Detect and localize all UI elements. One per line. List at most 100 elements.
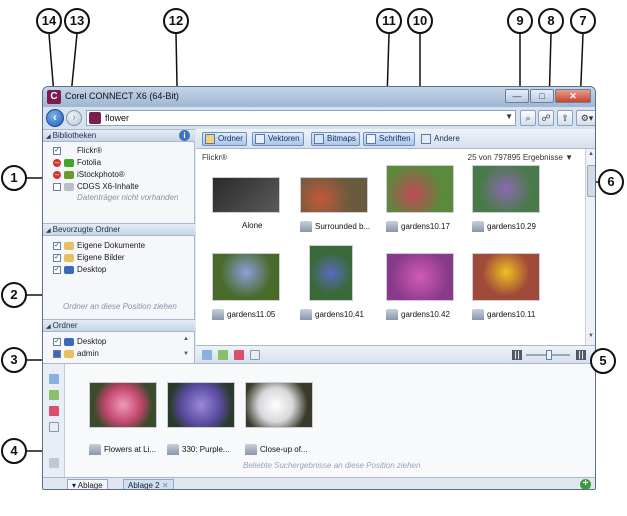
thumbnail-label: gardens11.05 [212, 309, 275, 320]
fav-folder-item[interactable]: ✓ Desktop [53, 264, 106, 275]
checkbox-checked-icon[interactable]: ✓ [53, 265, 61, 274]
callout-4: 4 [1, 438, 27, 464]
section-header-bevorzugte[interactable]: ◢ Bevorzugte Ordner [43, 223, 195, 236]
file-type-icon [245, 444, 257, 455]
callout-2: 2 [1, 282, 27, 308]
remove-icon[interactable]: – [53, 158, 61, 167]
checkbox-checked-icon[interactable]: ✓ [53, 146, 61, 155]
small-thumbnails-icon[interactable] [512, 350, 522, 360]
folder-icon [205, 134, 215, 144]
tray-thumbnail[interactable] [89, 382, 157, 428]
filter-tab-schriften[interactable]: Schriften [363, 132, 415, 146]
remove-icon[interactable]: – [53, 170, 61, 179]
results-viewer: Flickr® 25 von 797895 Ergebnisse ▼ Alone… [196, 149, 595, 345]
add-tray-button[interactable]: + [580, 479, 591, 489]
tray-add-green-icon[interactable] [218, 350, 228, 360]
folder-item[interactable]: ✓ Desktop [53, 336, 106, 347]
scroll-down-icon[interactable]: ▼ [588, 333, 594, 339]
file-type-icon [472, 309, 484, 320]
address-dropdown-icon[interactable]: ▼ [505, 112, 513, 121]
thumbnail-label: gardens10.29 [472, 221, 536, 232]
settings-gear-icon[interactable]: ⚙▾ [576, 110, 595, 126]
thumbnail-label: gardens10.42 [386, 309, 450, 320]
thumbnail-image[interactable] [386, 253, 454, 301]
library-item-cdgs[interactable]: CDGS X6-Inhalte [53, 181, 139, 192]
search-address-field[interactable]: flower ▼ [86, 110, 516, 126]
scroll-up-icon[interactable]: ▲ [183, 336, 189, 342]
results-scrollbar[interactable]: ▲ ▼ [585, 149, 595, 345]
thumbnail-image[interactable] [212, 253, 280, 301]
library-source-icon [89, 112, 101, 124]
tray-clear-icon[interactable] [250, 350, 260, 360]
checkbox-checked-icon[interactable]: ✓ [53, 337, 61, 346]
tray-panel: Flowers at Li... 330: Purple... Close-up… [43, 363, 595, 478]
tray-drop-hint: Beliebte Suchergebnisse an diese Positio… [243, 461, 421, 470]
library-item-istockphoto[interactable]: – iStockphoto® [53, 169, 125, 180]
tab-dropdown-icon[interactable]: ▾ [72, 481, 76, 489]
other-file-icon [421, 134, 431, 144]
file-type-icon [472, 221, 484, 232]
filter-tab-bitmaps[interactable]: Bitmaps [311, 132, 360, 146]
callout-5: 5 [590, 348, 616, 374]
tray-tab-ablage[interactable]: ▾ Ablage [67, 479, 108, 489]
file-type-icon [300, 309, 312, 320]
minimize-button[interactable]: — [505, 89, 529, 103]
tray-thumbnail[interactable] [167, 382, 235, 428]
sort-dropdown-icon[interactable]: ▼ [565, 153, 573, 162]
filter-toolbar: Ordner Vektoren Bitmaps Schriften Andere [196, 129, 595, 149]
close-button[interactable]: ✕ [555, 89, 591, 103]
thumbnail-image[interactable] [212, 177, 280, 213]
tray-options-icon[interactable] [49, 458, 59, 468]
thumbnail-image[interactable] [309, 245, 353, 301]
section-header-bibliotheken[interactable]: ◢ Bibliotheken i [43, 129, 195, 142]
tray-thumbnail[interactable] [245, 382, 313, 428]
checkbox-checked-icon[interactable]: ✓ [53, 253, 61, 262]
tray-remove-icon[interactable] [234, 350, 244, 360]
tray-add-icon[interactable] [202, 350, 212, 360]
thumbnail-image[interactable] [472, 253, 540, 301]
forward-button[interactable]: › [66, 110, 82, 126]
scroll-up-icon[interactable]: ▲ [588, 151, 594, 157]
thumbnail-image[interactable] [300, 177, 368, 213]
fav-folder-item[interactable]: ✓ Eigene Dokumente [53, 240, 145, 251]
thumbnail-image[interactable] [472, 165, 540, 213]
zoom-slider-knob[interactable] [546, 350, 552, 360]
library-item-flickr[interactable]: ✓ Flickr® [53, 145, 102, 156]
file-type-icon [212, 309, 224, 320]
fotolia-icon [64, 158, 74, 167]
fav-folder-item[interactable]: ✓ Eigene Bilder [53, 252, 125, 263]
tray-tab-ablage-2[interactable]: Ablage 2 ✕ [123, 479, 174, 489]
close-tab-icon[interactable]: ✕ [162, 481, 169, 489]
search-button[interactable]: ⌕ [520, 110, 536, 126]
desktop-icon [64, 265, 74, 274]
export-icon[interactable]: ⇪ [557, 110, 573, 126]
tray-clear-icon[interactable] [49, 422, 59, 432]
section-header-ordner[interactable]: ◢ Ordner [43, 319, 195, 332]
tray-add-icon[interactable] [49, 374, 59, 384]
title-bar: C Corel CONNECT X6 (64-Bit) — □ ✕ [43, 87, 595, 107]
tray-remove-icon[interactable] [49, 406, 59, 416]
tray-item-label: Flowers at Li... [89, 444, 156, 455]
filter-tab-vektoren[interactable]: Vektoren [252, 132, 304, 146]
tray-add-green-icon[interactable] [49, 390, 59, 400]
folder-icon [64, 253, 74, 262]
bitmap-icon [314, 134, 324, 144]
scrollbar-thumb[interactable] [587, 165, 595, 197]
thumbnail-image[interactable] [386, 165, 454, 213]
scroll-down-icon[interactable]: ▼ [183, 351, 189, 357]
filter-tab-andere[interactable]: Andere [418, 132, 464, 146]
back-button[interactable]: ‹ [46, 109, 64, 127]
callout-11: 11 [376, 8, 402, 34]
library-item-fotolia[interactable]: – Fotolia [53, 157, 101, 168]
checkbox-unchecked-icon[interactable] [53, 182, 61, 191]
file-type-icon [386, 221, 398, 232]
expand-icon[interactable] [53, 349, 61, 358]
callout-7: 7 [570, 8, 596, 34]
checkbox-checked-icon[interactable]: ✓ [53, 241, 61, 250]
filter-tab-ordner[interactable]: Ordner [202, 132, 247, 146]
folder-item[interactable]: admin [53, 348, 99, 359]
large-thumbnails-icon[interactable] [576, 350, 586, 360]
info-icon[interactable]: i [179, 130, 190, 141]
maximize-button[interactable]: □ [530, 89, 554, 103]
search-options-icon[interactable]: ☍ [538, 110, 554, 126]
